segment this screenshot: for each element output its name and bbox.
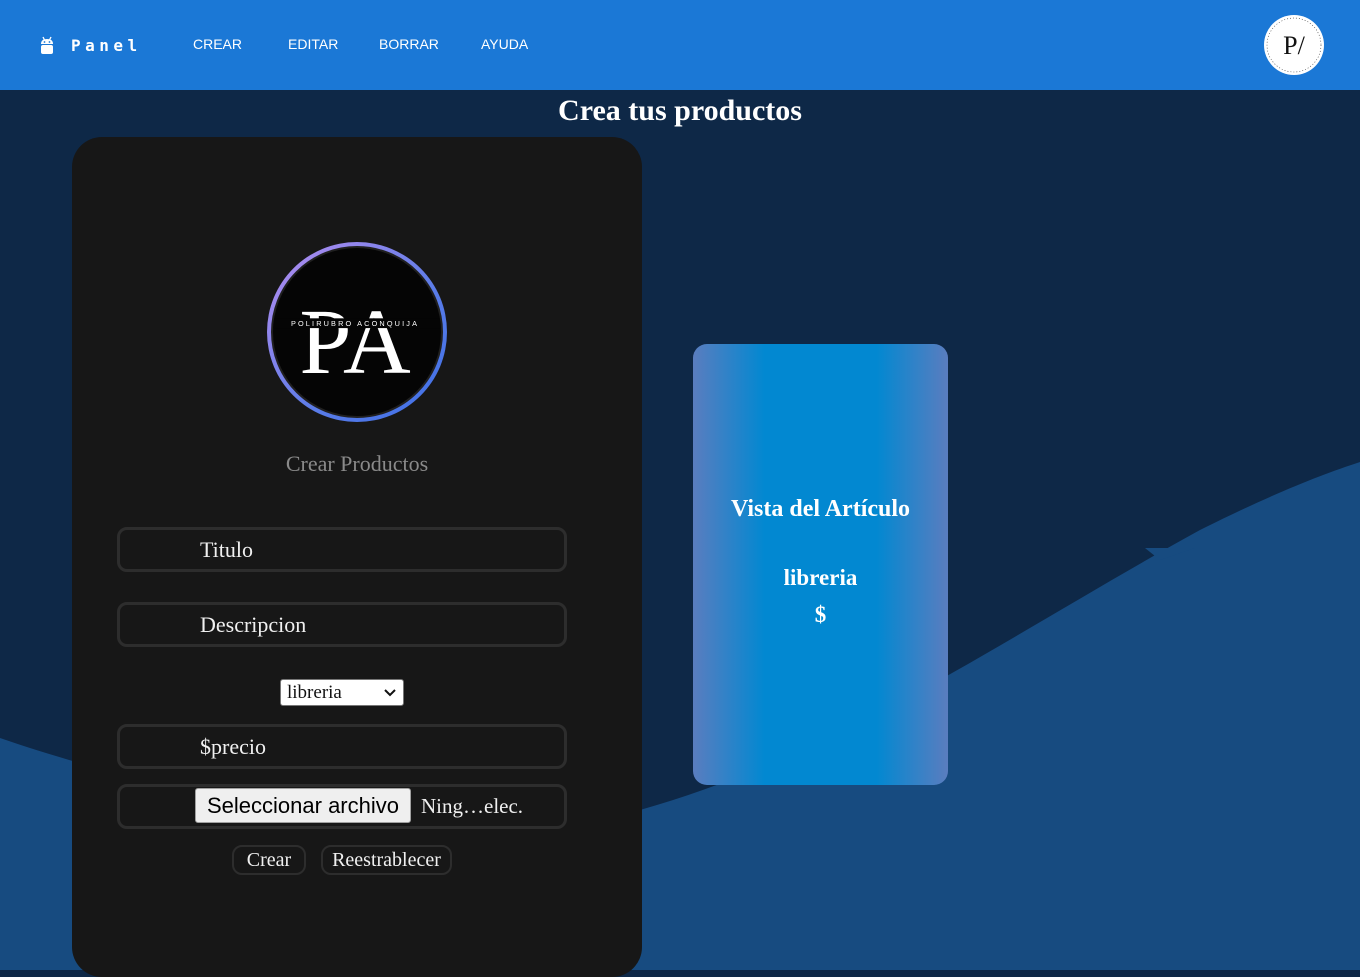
create-button[interactable]: Crear xyxy=(232,845,306,875)
logo-monogram: PA POLIRUBRO ACONQUIJA xyxy=(273,290,441,394)
create-product-form: PA POLIRUBRO ACONQUIJA Crear Productos l… xyxy=(72,137,642,977)
preview-title: Vista del Artículo xyxy=(730,496,911,522)
file-select-button[interactable]: Seleccionar archivo xyxy=(195,788,411,823)
category-selected-value: libreria xyxy=(287,681,342,703)
price-input[interactable] xyxy=(117,724,567,769)
file-field: Seleccionar archivo Ning…elec. xyxy=(117,784,567,829)
reset-button[interactable]: Reestrablecer xyxy=(321,845,452,875)
user-avatar[interactable]: P/ xyxy=(1264,15,1324,75)
brand-label: Panel xyxy=(71,35,142,55)
avatar-text: P/ xyxy=(1283,31,1305,60)
description-input[interactable] xyxy=(117,602,567,647)
android-icon xyxy=(41,36,53,54)
nav-editar[interactable]: EDITAR xyxy=(288,36,338,52)
nav-ayuda[interactable]: AYUDA xyxy=(481,36,528,52)
logo-ring-text: POLIRUBRO ACONQUIJA xyxy=(291,319,419,328)
brand[interactable]: Panel xyxy=(40,34,142,56)
top-navbar: Panel CREAR EDITAR BORRAR AYUDA P/ xyxy=(0,0,1360,90)
title-input[interactable] xyxy=(117,527,567,572)
nav-borrar[interactable]: BORRAR xyxy=(379,36,439,52)
brand-logo: PA POLIRUBRO ACONQUIJA xyxy=(267,242,447,422)
logo-letters: PA xyxy=(299,290,411,394)
category-select[interactable]: libreria xyxy=(280,679,404,706)
page-title: Crea tus productos xyxy=(558,94,802,127)
chevron-down-icon xyxy=(384,689,396,697)
file-status-text: Ning…elec. xyxy=(421,794,524,818)
preview-category: libreria xyxy=(783,565,858,590)
preview-price: $ xyxy=(814,602,827,627)
avatar-logo: P/ xyxy=(1266,17,1322,73)
form-heading: Crear Productos xyxy=(285,451,429,476)
article-preview-card: Vista del Artículo libreria $ xyxy=(693,344,948,785)
nav-crear[interactable]: CREAR xyxy=(193,36,242,52)
